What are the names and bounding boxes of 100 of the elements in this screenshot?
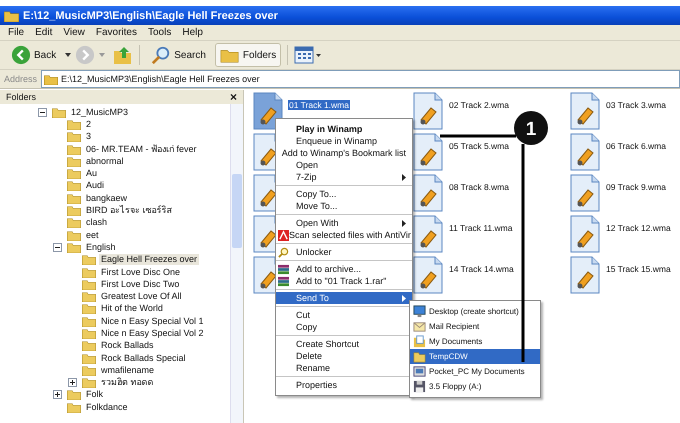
- menu-item[interactable]: Properties: [276, 379, 412, 391]
- menu-item[interactable]: Desktop (create shortcut): [410, 304, 540, 319]
- tree-item[interactable]: Greatest Love Of All: [99, 291, 184, 302]
- audio-file-icon[interactable]: [570, 133, 600, 171]
- tree-item[interactable]: Audi: [84, 180, 106, 192]
- tree-item[interactable]: eet: [84, 230, 101, 241]
- menu-item[interactable]: Send To: [276, 292, 412, 304]
- tree-item[interactable]: English: [84, 242, 118, 253]
- tree-item[interactable]: bangkaew: [84, 192, 130, 204]
- file-name[interactable]: 15 Track 15.wma: [605, 264, 672, 274]
- menu-item[interactable]: Scan selected files with AntiVir: [276, 229, 412, 241]
- menu-item[interactable]: 7-Zip: [276, 171, 412, 183]
- menu-item[interactable]: Cut: [276, 309, 412, 321]
- tree-item[interactable]: abnormal: [84, 156, 126, 167]
- menu-item[interactable]: Play in Winamp: [276, 123, 412, 135]
- file-name[interactable]: 14 Track 14.wma: [448, 264, 515, 274]
- menu-item[interactable]: Add to "01 Track 1.rar": [276, 275, 412, 287]
- menu-item[interactable]: Help: [182, 27, 203, 38]
- tree-item[interactable]: Rock Ballads Special: [99, 352, 188, 364]
- file-name[interactable]: 12 Track 12.wma: [605, 223, 672, 233]
- device-icon: [413, 365, 426, 378]
- address-field[interactable]: E:\12_MusicMP3\English\Eagle Hell Freezes over: [41, 70, 680, 88]
- menu-item[interactable]: File: [8, 27, 24, 38]
- audio-file-icon[interactable]: [413, 92, 443, 130]
- menu-item[interactable]: View: [63, 27, 85, 38]
- tree-item[interactable]: Folkdance: [84, 402, 130, 413]
- tree-item[interactable]: 12_MusicMP3: [69, 106, 130, 118]
- menu-item[interactable]: Pocket_PC My Documents: [410, 364, 540, 379]
- caret-icon[interactable]: [65, 53, 72, 57]
- audio-file-icon[interactable]: [413, 174, 443, 212]
- tree-item[interactable]: Hit of the World: [99, 303, 165, 314]
- file-name[interactable]: 11 Track 11.wma: [448, 223, 514, 233]
- tree-item[interactable]: Nice n Easy Special Vol 1: [99, 316, 206, 327]
- search-button[interactable]: Search: [146, 43, 211, 67]
- callout-number: 1: [526, 119, 536, 140]
- tree-item[interactable]: Folk: [84, 389, 106, 400]
- folder-up-icon[interactable]: [113, 45, 134, 65]
- menu-item[interactable]: Copy: [276, 321, 412, 333]
- audio-file-icon[interactable]: [570, 92, 600, 130]
- menu-item[interactable]: Rename: [276, 362, 412, 374]
- file-name[interactable]: 08 Track 8.wma: [448, 182, 510, 192]
- collapse-icon[interactable]: [53, 242, 62, 252]
- audio-file-icon[interactable]: [570, 174, 600, 212]
- audio-file-icon[interactable]: [413, 256, 443, 294]
- tree-item[interactable]: wmafilename: [99, 364, 156, 376]
- expand-icon[interactable]: [53, 390, 62, 400]
- tree-item[interactable]: BIRD อะไรจะ เซอร์ริส: [84, 205, 174, 216]
- menu-item[interactable]: Tools: [148, 27, 172, 38]
- tree-item[interactable]: 3: [84, 131, 94, 142]
- documents-folder-icon: [413, 335, 426, 348]
- tree-item[interactable]: Nice n Easy Special Vol 2: [99, 328, 206, 339]
- menu-item[interactable]: Move To...: [276, 200, 412, 212]
- expand-icon[interactable]: [68, 378, 77, 388]
- tree-item[interactable]: Au: [84, 168, 100, 180]
- back-button[interactable]: Back: [6, 43, 62, 67]
- menu-item[interactable]: Copy To...: [276, 188, 412, 200]
- audio-file-icon[interactable]: [570, 215, 600, 253]
- file-name[interactable]: 03 Track 3.wma: [605, 100, 667, 110]
- file-name[interactable]: 06 Track 6.wma: [605, 141, 667, 151]
- menu-item[interactable]: My Documents: [410, 334, 540, 349]
- tree-item[interactable]: First Love Disc One: [99, 266, 182, 278]
- folder-icon: [67, 402, 81, 413]
- menu-item[interactable]: Enqueue in Winamp: [276, 135, 412, 147]
- tree-item[interactable]: 06- MR.TEAM - ฟ้องเก่ fever: [84, 144, 199, 155]
- menu-item[interactable]: Create Shortcut: [276, 338, 412, 350]
- close-button[interactable]: ×: [230, 90, 237, 104]
- folder-icon: [67, 205, 81, 216]
- audio-file-icon[interactable]: [253, 92, 283, 130]
- menu-item[interactable]: Favorites: [96, 27, 137, 38]
- folders-button[interactable]: Folders: [214, 43, 282, 67]
- menu-item[interactable]: Add to Winamp's Bookmark list: [276, 147, 412, 159]
- audio-file-icon[interactable]: [413, 215, 443, 253]
- tree-item[interactable]: clash: [84, 217, 110, 228]
- collapse-icon[interactable]: [38, 108, 47, 117]
- folder-icon: [67, 180, 81, 192]
- tree-item[interactable]: 2: [84, 118, 94, 130]
- menu-item[interactable]: 3.5 Floppy (A:): [410, 379, 540, 394]
- folder-icon: [413, 350, 426, 363]
- file-name[interactable]: 05 Track 5.wma: [448, 141, 510, 151]
- tree-item[interactable]: Rock Ballads: [99, 340, 156, 352]
- file-name[interactable]: 01 Track 1.wma: [288, 100, 350, 110]
- scrollbar[interactable]: [230, 104, 243, 423]
- audio-file-icon[interactable]: [413, 133, 443, 171]
- tree-item[interactable]: First Love Disc Two: [99, 278, 182, 290]
- file-name[interactable]: 02 Track 2.wma: [448, 100, 510, 110]
- tree-item[interactable]: รวมฮิต ทอดด: [99, 377, 156, 388]
- menu-item[interactable]: Edit: [35, 27, 52, 38]
- menu-item[interactable]: Open With: [276, 217, 412, 229]
- menu-item[interactable]: Delete: [276, 350, 412, 362]
- audio-file-icon[interactable]: [570, 256, 600, 294]
- tree-item[interactable]: Eagle Hell Freezes over: [99, 254, 200, 266]
- folder-icon: [82, 278, 96, 290]
- file-name[interactable]: 09 Track 9.wma: [605, 182, 667, 192]
- menu-item[interactable]: Mail Recipient: [410, 319, 540, 334]
- menu-item[interactable]: TempCDW: [410, 349, 540, 364]
- menu-item[interactable]: Add to archive...: [276, 263, 412, 275]
- menu-item[interactable]: Unlocker: [276, 246, 412, 258]
- menu-item[interactable]: Open: [276, 159, 412, 171]
- views-icon[interactable]: [294, 46, 322, 64]
- folder-icon: [82, 291, 96, 302]
